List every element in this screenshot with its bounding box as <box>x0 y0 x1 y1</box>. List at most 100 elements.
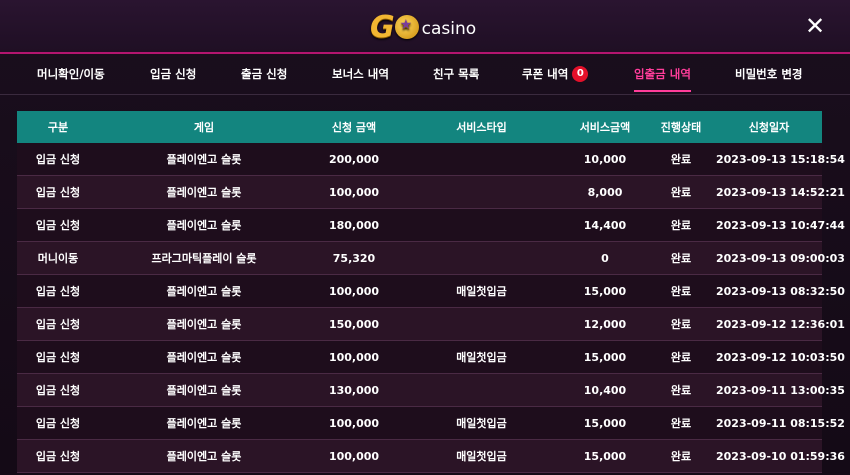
table-cell: 100,000 <box>309 340 399 374</box>
table-row: 입금 신청 플레이엔고 슬롯 150,000 12,000 완료 2023-09-12 1… <box>17 307 845 341</box>
table-cell <box>399 175 564 209</box>
table-cell <box>399 373 564 407</box>
table-cell: 2023-09-13 14:52:21 <box>716 175 845 209</box>
table-cell: 2023-09-11 13:00:35 <box>716 373 845 407</box>
table-row: 입금 신청 플레이엔고 슬롯 100,000 매일첫입금 15,000 완료 2023-09… <box>17 406 845 440</box>
table-cell <box>399 143 564 176</box>
table-cell: 입금 신청 <box>17 274 99 308</box>
table-cell: 15,000 <box>564 439 646 473</box>
tab-money-check[interactable]: 머니확인/이동 <box>37 54 105 94</box>
table-cell: 입금 신청 <box>17 307 99 341</box>
table-cell: 2023-09-10 01:59:36 <box>716 439 845 473</box>
table-cell: 완료 <box>646 175 716 209</box>
casino-logo: G casino <box>370 10 477 45</box>
table-row: 머니이동 프라그마틱플레이 슬롯 75,320 0 완료 2023-09-13 09:00… <box>17 241 845 275</box>
tab-coupon-history[interactable]: 쿠폰 내역 0 <box>522 54 589 94</box>
table-row: 입금 신청 플레이엔고 슬롯 100,000 매일첫입금 15,000 완료 2023-09… <box>17 340 845 374</box>
tab-withdraw-request[interactable]: 출금 신청 <box>241 54 287 94</box>
table-cell: 2023-09-12 10:03:50 <box>716 340 845 374</box>
table-cell: 10,400 <box>564 373 646 407</box>
table-cell: 완료 <box>646 340 716 374</box>
tab-transaction-history[interactable]: 입출금 내역 <box>634 54 691 94</box>
table-cell: 입금 신청 <box>17 373 99 407</box>
table-cell: 플레이엔고 슬롯 <box>99 143 309 176</box>
close-button[interactable]: ✕ <box>803 14 827 38</box>
table-cell: 100,000 <box>309 439 399 473</box>
table-cell: 75,320 <box>309 241 399 275</box>
col-header: 게임 <box>99 111 309 143</box>
logo-go: G <box>370 10 419 45</box>
table-row: 입금 신청 플레이엔고 슬롯 100,000 매일첫입금 15,000 완료 2023-09… <box>17 274 845 308</box>
table-cell: 완료 <box>646 373 716 407</box>
table-cell: 완료 <box>646 208 716 242</box>
table-cell: 10,000 <box>564 143 646 176</box>
table-cell: 8,000 <box>564 175 646 209</box>
table-cell: 입금 신청 <box>17 406 99 440</box>
table-cell: 완료 <box>646 143 716 176</box>
tab-bonus-history[interactable]: 보너스 내역 <box>332 54 389 94</box>
table-cell: 180,000 <box>309 208 399 242</box>
table-cell: 2023-09-13 08:32:50 <box>716 274 845 308</box>
logo-casino-text: casino <box>421 19 477 39</box>
history-table-wrap: 구분 게임 신청 금액 서비스타입 서비스금액 진행상태 신청일자 입금 신청 플… <box>17 111 845 473</box>
table-cell: 2023-09-11 08:15:52 <box>716 406 845 440</box>
table-cell: 플레이엔고 슬롯 <box>99 274 309 308</box>
table-cell: 130,000 <box>309 373 399 407</box>
table-row: 입금 신청 플레이엔고 슬롯 100,000 8,000 완료 2023-09-13 14… <box>17 175 845 209</box>
table-cell: 2023-09-13 10:47:44 <box>716 208 845 242</box>
col-header: 신청 금액 <box>309 111 399 143</box>
table-row: 입금 신청 플레이엔고 슬롯 130,000 10,400 완료 2023-09-11 1… <box>17 373 845 407</box>
table-cell: 플레이엔고 슬롯 <box>99 439 309 473</box>
table-cell: 플레이엔고 슬롯 <box>99 406 309 440</box>
tab-change-password[interactable]: 비밀번호 변경 <box>735 54 802 94</box>
table-cell: 플레이엔고 슬롯 <box>99 340 309 374</box>
col-header: 신청일자 <box>716 111 822 143</box>
table-cell: 100,000 <box>309 274 399 308</box>
table-cell: 150,000 <box>309 307 399 341</box>
table-cell: 프라그마틱플레이 슬롯 <box>99 241 309 275</box>
table-cell: 완료 <box>646 274 716 308</box>
coupon-count-badge: 0 <box>572 65 589 82</box>
table-cell: 12,000 <box>564 307 646 341</box>
table-cell: 14,400 <box>564 208 646 242</box>
table-cell: 입금 신청 <box>17 175 99 209</box>
table-cell: 완료 <box>646 439 716 473</box>
table-cell: 입금 신청 <box>17 439 99 473</box>
col-header: 구분 <box>17 111 99 143</box>
table-cell: 머니이동 <box>17 241 99 275</box>
table-row: 입금 신청 플레이엔고 슬롯 180,000 14,400 완료 2023-09-13 1… <box>17 208 845 242</box>
logo-star-icon <box>394 15 419 39</box>
table-body: 입금 신청 플레이엔고 슬롯 200,000 10,000 완료 2023-09-13 1… <box>17 143 845 473</box>
table-cell: 입금 신청 <box>17 208 99 242</box>
table-cell: 매일첫입금 <box>399 439 564 473</box>
table-cell: 2023-09-13 09:00:03 <box>716 241 845 275</box>
table-cell: 완료 <box>646 241 716 275</box>
tab-deposit-request[interactable]: 입금 신청 <box>150 54 196 94</box>
table-cell: 플레이엔고 슬롯 <box>99 373 309 407</box>
tab-friend-list[interactable]: 친구 목록 <box>433 54 479 94</box>
table-cell: 2023-09-13 15:18:54 <box>716 143 845 176</box>
table-cell: 15,000 <box>564 274 646 308</box>
table-cell: 매일첫입금 <box>399 406 564 440</box>
tab-coupon-label: 쿠폰 내역 <box>522 67 569 81</box>
table-cell: 완료 <box>646 307 716 341</box>
col-header: 서비스금액 <box>564 111 646 143</box>
table-cell: 100,000 <box>309 175 399 209</box>
table-cell: 플레이엔고 슬롯 <box>99 307 309 341</box>
table-cell: 입금 신청 <box>17 143 99 176</box>
table-cell: 매일첫입금 <box>399 274 564 308</box>
table-cell: 매일첫입금 <box>399 340 564 374</box>
tab-bar: 머니확인/이동 입금 신청 출금 신청 보너스 내역 친구 목록 쿠폰 내역 0 … <box>0 54 850 95</box>
history-table: 구분 게임 신청 금액 서비스타입 서비스금액 진행상태 신청일자 입금 신청 플… <box>17 111 845 473</box>
table-cell: 200,000 <box>309 143 399 176</box>
table-cell <box>399 208 564 242</box>
history-modal: G casino ✕ 머니확인/이동 입금 신청 출금 신청 보너스 내역 친구… <box>0 0 850 475</box>
table-row: 입금 신청 플레이엔고 슬롯 100,000 매일첫입금 15,000 완료 2023-09… <box>17 439 845 473</box>
table-cell <box>399 241 564 275</box>
col-header: 서비스타입 <box>399 111 564 143</box>
col-header: 진행상태 <box>646 111 716 143</box>
table-cell: 15,000 <box>564 406 646 440</box>
modal-header: G casino ✕ <box>0 0 850 54</box>
table-cell: 플레이엔고 슬롯 <box>99 175 309 209</box>
table-cell <box>399 307 564 341</box>
